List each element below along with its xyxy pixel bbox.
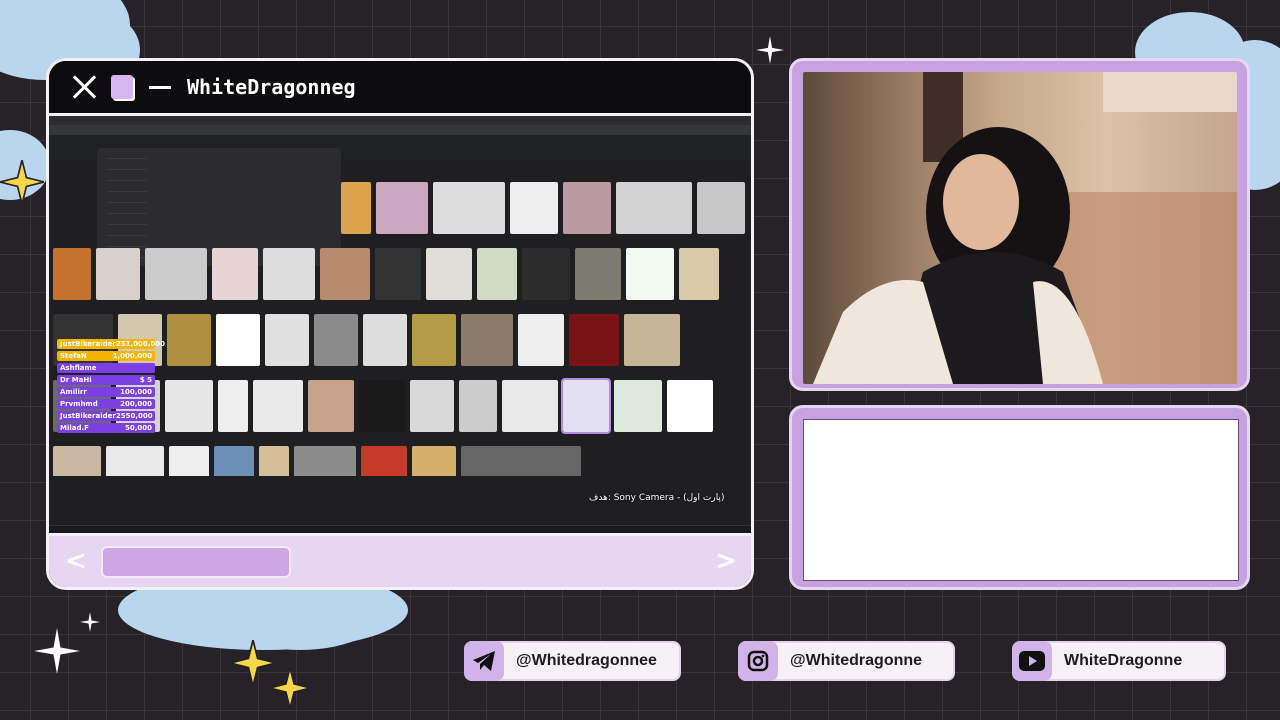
webcam-feed: [803, 72, 1237, 384]
window-title-bar: WhiteDragonneg: [49, 61, 751, 116]
telegram-link[interactable]: @Whitedragonnee: [464, 641, 681, 681]
donation-alert-item: Prvmhmd 200,000: [57, 399, 155, 409]
donation-alert-item: JustBikeraider25 50,000: [57, 411, 155, 421]
donation-alert-item: JustBikeraider25 1,000,000: [57, 339, 165, 349]
sparkle-icon: [756, 36, 784, 64]
webcam-frame: [789, 58, 1250, 391]
close-icon: [71, 74, 97, 100]
telegram-icon: [464, 641, 504, 681]
donation-alert-item: Amilirr 100,000: [57, 387, 155, 397]
donation-alert-amount: 100,000: [120, 388, 152, 396]
instagram-icon: [738, 641, 778, 681]
donation-alert-amount: 1,000,000: [112, 352, 152, 360]
donation-alert-item: Dr MaHi $ 5: [57, 375, 155, 385]
sparkle-icon: [270, 668, 310, 708]
donation-alert-name: JustBikeraider25: [60, 340, 126, 348]
youtube-link[interactable]: WhiteDragonne: [1012, 641, 1226, 681]
donation-alert-name: Dr MaHi: [60, 376, 92, 384]
webcam-image: [813, 72, 1237, 384]
donation-alerts: JustBikeraider25 1,000,000 StefaN 1,000,000…: [57, 339, 165, 435]
sparkle-icon: [80, 612, 100, 632]
donation-alert-name: Amilirr: [60, 388, 87, 396]
minimize-icon: [149, 85, 171, 89]
sparkle-icon: [34, 628, 80, 674]
donation-alert-item: Milad.F 50,000: [57, 423, 155, 433]
donation-alert-name: JustBikeraider25: [60, 412, 126, 420]
donation-alert-item: StefaN 1,000,000: [57, 351, 155, 361]
sparkle-icon: [0, 160, 44, 204]
donation-alert-amount: 50,000: [124, 424, 152, 432]
screen-share-window: WhiteDragonneg JustBikeraider25 1,000,00…: [46, 58, 754, 590]
browser-tab-bar: [49, 116, 751, 125]
shared-screen: JustBikeraider25 1,000,000 StefaN 1,000,000…: [49, 116, 751, 536]
donation-alert-name: StefaN: [60, 352, 87, 360]
instagram-handle: @Whitedragonne: [790, 652, 923, 669]
browser-url-bar: [49, 125, 751, 136]
chat-box: [803, 419, 1239, 581]
donation-alert-name: Ashflame: [60, 364, 97, 372]
instagram-link[interactable]: @Whitedragonne: [738, 641, 955, 681]
arrow-right-icon[interactable]: >: [715, 546, 737, 576]
scrollbar-thumb[interactable]: [101, 546, 291, 578]
telegram-handle: @Whitedragonnee: [516, 652, 657, 669]
donation-alert-amount: $ 5: [139, 376, 152, 384]
window-footer: < >: [49, 533, 751, 587]
donation-alert-amount: 50,000: [125, 412, 153, 420]
donation-alert-amount: 1,000,000: [125, 340, 165, 348]
donation-alert-name: Milad.F: [60, 424, 89, 432]
youtube-icon: [1012, 641, 1052, 681]
window-title: WhiteDragonneg: [187, 75, 356, 99]
arrow-left-icon[interactable]: <: [65, 546, 87, 576]
donation-alert-amount: 200,000: [120, 400, 152, 408]
window-icon: [111, 75, 133, 99]
youtube-handle: WhiteDragonne: [1064, 652, 1183, 669]
donation-alert-item: Ashflame: [57, 363, 155, 373]
donation-alert-name: Prvmhmd: [60, 400, 98, 408]
stream-caption: هدف: Sony Camera - (پارت اول): [589, 493, 725, 503]
chat-frame: [789, 405, 1250, 590]
